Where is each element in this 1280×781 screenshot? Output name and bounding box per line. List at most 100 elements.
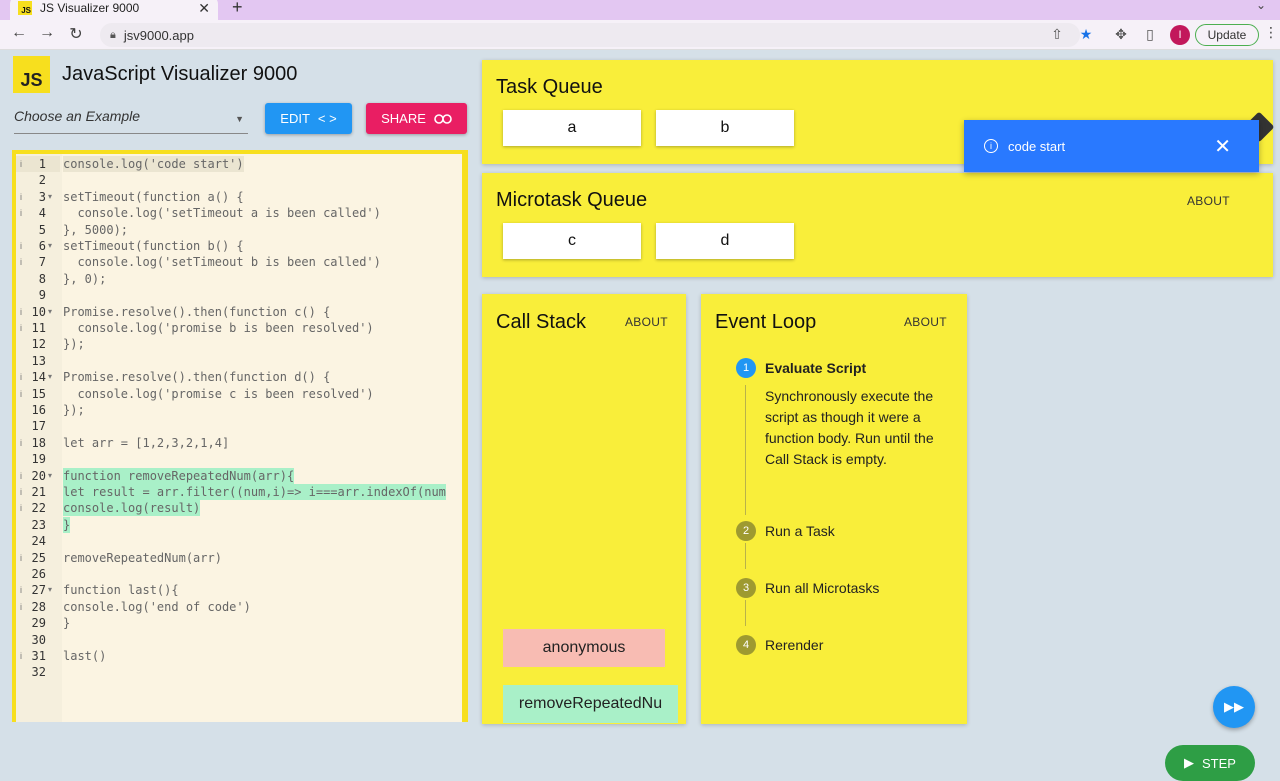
call-stack-panel: Call Stack ABOUT anonymous removeRepeate… bbox=[482, 294, 686, 724]
event-loop-step: 1 Evaluate Script bbox=[736, 358, 866, 378]
code-line: } bbox=[63, 516, 71, 533]
example-select[interactable]: Choose an Example ▼ bbox=[14, 108, 248, 134]
info-marker-icon: i bbox=[20, 585, 22, 596]
code-line: console.log(result) bbox=[63, 500, 201, 517]
info-marker-icon: i bbox=[20, 552, 22, 563]
step-number: 1 bbox=[736, 358, 756, 378]
bookmark-star-icon[interactable]: ★ bbox=[1077, 26, 1095, 43]
line-number: 32 bbox=[31, 665, 46, 680]
new-tab-icon[interactable]: + bbox=[232, 0, 243, 18]
task-queue-title: Task Queue bbox=[496, 76, 603, 98]
extensions-puzzle-icon[interactable]: ✥ bbox=[1112, 26, 1130, 43]
line-number: 30 bbox=[31, 632, 46, 647]
fast-forward-button[interactable]: ▶▶ bbox=[1213, 686, 1255, 728]
code-line: }, 0); bbox=[63, 271, 107, 286]
line-number: 29 bbox=[31, 616, 46, 631]
step-label: Run all Microtasks bbox=[765, 580, 880, 596]
link-icon bbox=[434, 113, 452, 124]
toast-close-icon[interactable]: ✕ bbox=[1214, 134, 1231, 159]
code-line: }); bbox=[63, 403, 85, 417]
info-marker-icon: i bbox=[20, 651, 22, 661]
fold-arrow-icon[interactable]: ▾ bbox=[48, 238, 52, 254]
event-loop-title: Event Loop bbox=[715, 311, 817, 333]
code-line: let result = arr.filter((num,i)=> i===ar… bbox=[63, 484, 446, 500]
code-line: Promise.resolve().then(function c() { bbox=[63, 304, 331, 319]
info-marker-icon: i bbox=[20, 208, 22, 219]
code-line: console.log('code start') bbox=[63, 156, 244, 172]
info-marker-icon: i bbox=[20, 372, 22, 383]
info-marker-icon: i bbox=[20, 191, 22, 202]
line-number: 16 bbox=[31, 403, 46, 417]
back-arrow-icon[interactable]: ← bbox=[9, 24, 29, 42]
step-connector bbox=[745, 600, 746, 626]
example-select-placeholder: Choose an Example bbox=[14, 108, 141, 124]
step-description: Synchronously execute the script as thou… bbox=[765, 388, 934, 467]
js-favicon-icon: JS bbox=[18, 1, 32, 15]
edit-button-label: EDIT bbox=[280, 111, 310, 126]
browser-tab[interactable]: JS JS Visualizer 9000 ✕ bbox=[10, 0, 218, 20]
code-line: console.log('setTimeout b is been called… bbox=[63, 255, 381, 270]
fold-arrow-icon[interactable]: ▾ bbox=[48, 369, 52, 385]
share-page-icon[interactable]: ⇧ bbox=[1048, 26, 1066, 43]
step-number: 2 bbox=[736, 521, 756, 541]
browser-toolbar: ← → ↻ 🔒︎ jsv9000.app ⇧ ★ ✥ ▯ I Update ⋮ bbox=[0, 20, 1280, 50]
tab-close-icon[interactable]: ✕ bbox=[198, 0, 210, 17]
tab-search-chevron-icon[interactable]: ⌄ bbox=[1256, 0, 1266, 12]
event-loop-step: 2 Run a Task bbox=[736, 521, 835, 541]
line-number: 13 bbox=[31, 353, 46, 368]
app-title: JavaScript Visualizer 9000 bbox=[62, 63, 298, 85]
call-stack-about-link[interactable]: ABOUT bbox=[625, 315, 668, 329]
code-line: }, 5000); bbox=[63, 222, 129, 237]
line-number: 12 bbox=[31, 337, 46, 352]
browser-tab-bar: JS JS Visualizer 9000 ✕ + ⌄ bbox=[0, 0, 1280, 20]
info-marker-icon: i bbox=[20, 388, 22, 399]
code-line: let arr = [1,2,3,2,1,4] bbox=[63, 435, 230, 450]
line-number: 23 bbox=[31, 517, 46, 532]
call-stack-frame: anonymous bbox=[503, 629, 665, 667]
info-marker-icon: i bbox=[20, 306, 22, 317]
forward-arrow-icon[interactable]: → bbox=[37, 24, 57, 42]
fold-arrow-icon[interactable]: ▾ bbox=[48, 189, 52, 205]
edit-button[interactable]: EDIT < > bbox=[265, 103, 352, 134]
info-marker-icon: i bbox=[20, 487, 22, 497]
event-loop-step: 3 Run all Microtasks bbox=[736, 578, 879, 598]
info-marker-icon: i bbox=[20, 601, 22, 612]
browser-menu-icon[interactable]: ⋮ bbox=[1264, 24, 1278, 41]
microtask-queue-item: c bbox=[503, 223, 641, 259]
info-marker-icon: i bbox=[20, 241, 22, 251]
info-marker-icon: i bbox=[20, 437, 22, 448]
toast-message: code start bbox=[1008, 138, 1066, 154]
share-button-label: SHARE bbox=[381, 111, 426, 126]
microtask-about-link[interactable]: ABOUT bbox=[1187, 194, 1230, 208]
microtask-queue-title: Microtask Queue bbox=[496, 189, 648, 211]
fold-arrow-icon[interactable]: ▾ bbox=[48, 304, 52, 320]
code-line: console.log('end of code') bbox=[63, 599, 251, 614]
code-line: setTimeout(function a() { bbox=[63, 189, 244, 204]
editor-gutter: 1 i 2 3 i ▾ 4 i 5 6 i ▾ 7 i 8 9 10 i ▾ 11 i 12 13 14 i ▾ 15 i 16 17 18… bbox=[16, 154, 62, 722]
url-text: jsv9000.app bbox=[123, 27, 194, 43]
step-button[interactable]: ▶ STEP bbox=[1165, 745, 1255, 781]
microtask-queue-panel: Microtask Queue ABOUT c d bbox=[482, 173, 1273, 277]
line-number: 24 bbox=[31, 534, 46, 549]
fold-arrow-icon[interactable]: ▾ bbox=[48, 468, 52, 484]
profile-avatar[interactable]: I bbox=[1170, 25, 1190, 45]
call-stack-title: Call Stack bbox=[496, 311, 587, 333]
fold-arrow-icon[interactable]: ▾ bbox=[48, 582, 52, 598]
update-button[interactable]: Update bbox=[1195, 24, 1259, 46]
address-bar[interactable]: 🔒︎ jsv9000.app bbox=[100, 23, 1080, 47]
share-button[interactable]: SHARE bbox=[366, 103, 467, 134]
line-number: 9 bbox=[38, 288, 46, 303]
reload-icon[interactable]: ↻ bbox=[66, 24, 86, 44]
code-editor[interactable]: 1 i 2 3 i ▾ 4 i 5 6 i ▾ 7 i 8 9 10 i ▾ 11 i 12 13 14 i ▾ 15 i 16 17 18… bbox=[12, 150, 468, 722]
code-line: }); bbox=[63, 337, 85, 352]
info-marker-icon: i bbox=[20, 257, 22, 268]
code-line: last() bbox=[63, 649, 107, 663]
info-marker-icon: i bbox=[20, 323, 22, 333]
code-line: function removeRepeatedNum(arr){ bbox=[63, 467, 295, 484]
side-panel-icon[interactable]: ▯ bbox=[1141, 26, 1159, 43]
task-queue-item: a bbox=[503, 110, 641, 146]
line-number: 17 bbox=[31, 419, 46, 434]
step-number: 4 bbox=[736, 635, 756, 655]
event-loop-about-link[interactable]: ABOUT bbox=[904, 315, 947, 329]
line-number: 26 bbox=[31, 567, 46, 581]
